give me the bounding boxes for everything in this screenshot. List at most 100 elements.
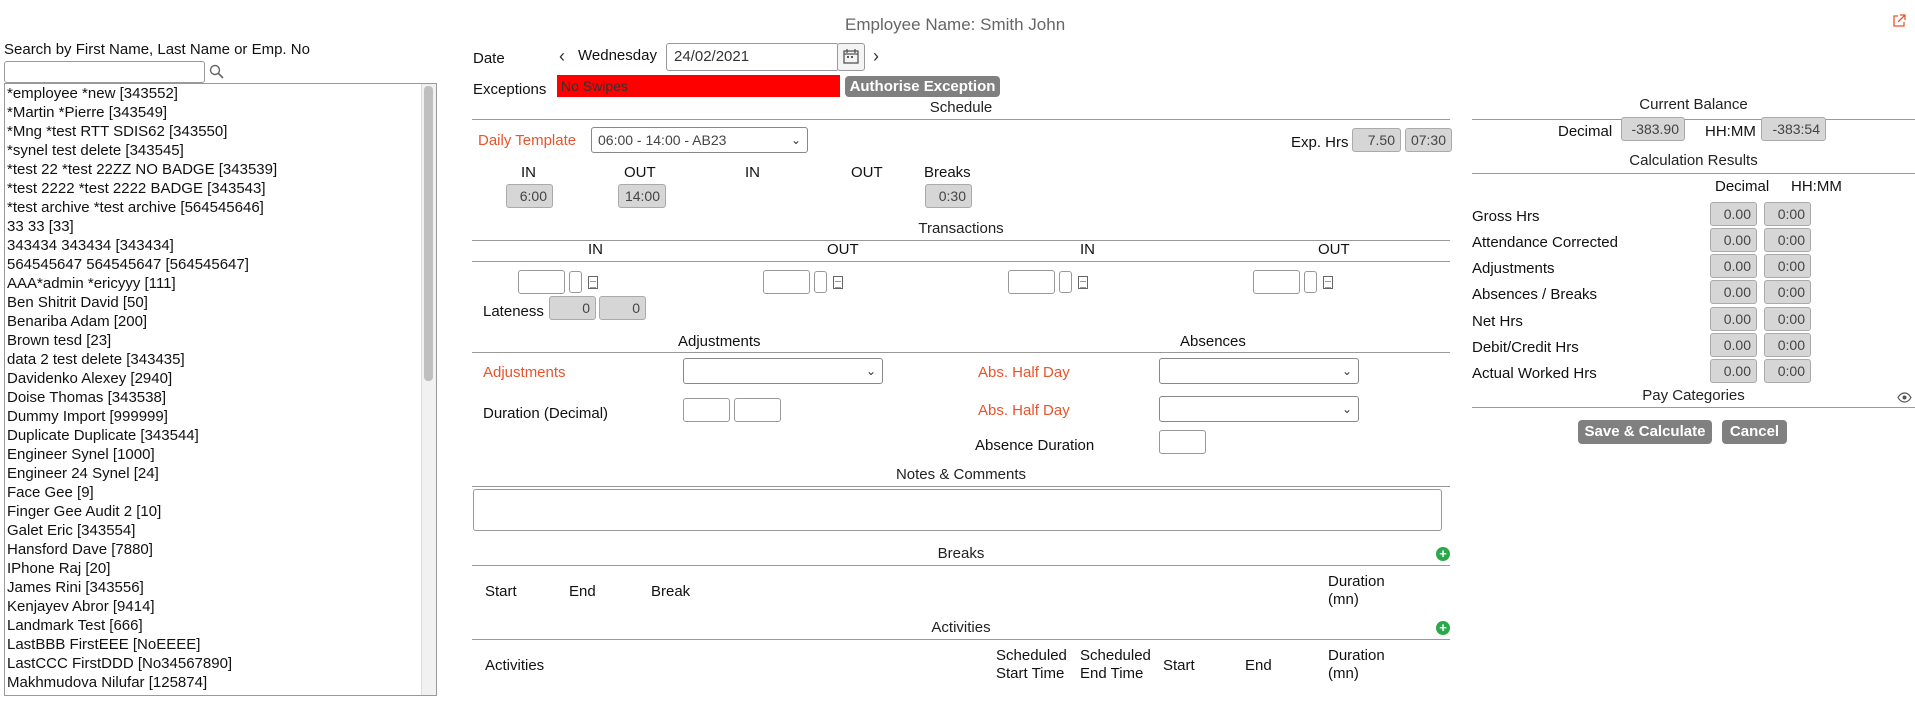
- employee-list-item[interactable]: Brown tesd [23]: [5, 331, 436, 350]
- magnifier-icon[interactable]: [209, 64, 224, 79]
- employee-list-item[interactable]: LastCCC FirstDDD [No34567890]: [5, 654, 436, 673]
- prev-day-chevron-icon[interactable]: ‹: [559, 46, 565, 67]
- trans-out1-toggle[interactable]: [814, 271, 827, 293]
- employee-list-item[interactable]: Doise Thomas [343538]: [5, 388, 436, 407]
- calendar-icon[interactable]: [837, 43, 865, 71]
- employee-list-item[interactable]: Finger Gee Audit 2 [10]: [5, 502, 436, 521]
- employee-list-item[interactable]: James Rini [343556]: [5, 578, 436, 597]
- employee-list-item[interactable]: *test 22 *test 22ZZ NO BADGE [343539]: [5, 160, 436, 179]
- calc-row-hhmm: 0:00: [1764, 307, 1811, 331]
- calc-row-label: Debit/Credit Hrs: [1472, 339, 1579, 356]
- activities-col-sched-start: Scheduled Start Time: [996, 647, 1067, 682]
- employee-list-item[interactable]: Galet Eric [343554]: [5, 521, 436, 540]
- schedule-section-title: Schedule: [472, 99, 1450, 120]
- employee-list-item[interactable]: LastBBB FirstEEE [NoEEEE]: [5, 635, 436, 654]
- employee-list-item[interactable]: data 2 test delete [343435]: [5, 350, 436, 369]
- next-day-chevron-icon[interactable]: ›: [873, 46, 879, 67]
- employee-list-item[interactable]: Landmark Test [666]: [5, 616, 436, 635]
- lateness-label: Lateness: [483, 303, 544, 320]
- authorise-exception-button[interactable]: Authorise Exception: [845, 76, 1000, 97]
- activities-col-start: Start: [1163, 657, 1195, 674]
- search-input[interactable]: [4, 61, 205, 83]
- trans-col-out2: OUT: [1318, 241, 1350, 258]
- calc-row-hhmm: 0:00: [1764, 228, 1811, 252]
- employee-list-item[interactable]: *Mng *test RTT SDIS62 [343550]: [5, 122, 436, 141]
- employee-list-item[interactable]: Ben Shitrit David [50]: [5, 293, 436, 312]
- employee-list-item[interactable]: Dummy Import [999999]: [5, 407, 436, 426]
- trans-in1-input[interactable]: [518, 270, 565, 294]
- trans-in1-toggle[interactable]: [569, 271, 582, 293]
- notes-textarea[interactable]: [473, 489, 1442, 531]
- trans-in2-toggle[interactable]: [1059, 271, 1072, 293]
- cancel-button[interactable]: Cancel: [1722, 420, 1787, 444]
- employee-list-item[interactable]: *synel test delete [343545]: [5, 141, 436, 160]
- lateness-value-b: 0: [599, 296, 646, 320]
- employee-list-item[interactable]: 33 33 [33]: [5, 217, 436, 236]
- employee-list-item[interactable]: Davidenko Alexey [2940]: [5, 369, 436, 388]
- employee-list-item[interactable]: Hansford Dave [7880]: [5, 540, 436, 559]
- trans-in2-input[interactable]: [1008, 270, 1055, 294]
- lateness-value-a: 0: [549, 296, 596, 320]
- add-activity-plus-circle-icon[interactable]: +: [1436, 621, 1450, 635]
- trans-out2-note-icon[interactable]: [1323, 276, 1333, 289]
- employee-list-item[interactable]: Kenjayev Abror [9414]: [5, 597, 436, 616]
- employee-list-item[interactable]: *Martin *Pierre [343549]: [5, 103, 436, 122]
- adjustment-duration-input-a[interactable]: [683, 398, 730, 422]
- calc-row-label: Gross Hrs: [1472, 208, 1540, 225]
- employee-list-item[interactable]: *test archive *test archive [564545646]: [5, 198, 436, 217]
- trans-out1-note-icon[interactable]: [833, 276, 843, 289]
- activities-col-sched-end: Scheduled End Time: [1080, 647, 1151, 682]
- employee-list-item[interactable]: Engineer Synel [1000]: [5, 445, 436, 464]
- calc-row-decimal: 0.00: [1710, 202, 1757, 226]
- employee-list-item[interactable]: Duplicate Duplicate [343544]: [5, 426, 436, 445]
- trans-col-in1: IN: [588, 241, 603, 258]
- calc-row-decimal: 0.00: [1710, 280, 1757, 304]
- weekday-label: Wednesday: [578, 47, 657, 64]
- trans-in2-note-icon[interactable]: [1078, 276, 1088, 289]
- employee-list-item[interactable]: Benariba Adam [200]: [5, 312, 436, 331]
- employee-list-item[interactable]: AAA*admin *ericyyy [111]: [5, 274, 436, 293]
- abs-half-day-1-select[interactable]: ⌄: [1159, 358, 1359, 384]
- save-calculate-button[interactable]: Save & Calculate: [1578, 420, 1712, 444]
- schedule-col-breaks: Breaks: [924, 164, 971, 181]
- employee-list-item[interactable]: 343434 343434 [343434]: [5, 236, 436, 255]
- employee-list-item[interactable]: Makhmudova Nilufar [125874]: [5, 673, 436, 692]
- schedule-col-out2: OUT: [851, 164, 883, 181]
- adjustments-select[interactable]: ⌄: [683, 358, 883, 384]
- calc-row-decimal: 0.00: [1710, 228, 1757, 252]
- daily-template-select[interactable]: 06:00 - 14:00 - AB23 ⌄: [591, 127, 808, 153]
- calc-row-hhmm: 0:00: [1764, 359, 1811, 383]
- trans-out1-input[interactable]: [763, 270, 810, 294]
- daily-template-label: Daily Template: [478, 132, 577, 149]
- employee-list-scrollbar[interactable]: [421, 84, 436, 695]
- calc-row-decimal: 0.00: [1710, 307, 1757, 331]
- employee-list-item[interactable]: Engineer 24 Synel [24]: [5, 464, 436, 483]
- calculation-results-title: Calculation Results: [1472, 152, 1915, 174]
- employee-name-title: Employee Name: Smith John: [845, 15, 1066, 34]
- employee-list-item[interactable]: *test 2222 *test 2222 BADGE [343543]: [5, 179, 436, 198]
- external-link-icon[interactable]: [1892, 14, 1906, 28]
- abs-half-day-2-select[interactable]: ⌄: [1159, 396, 1359, 422]
- trans-in1-note-icon[interactable]: [588, 276, 598, 289]
- eye-icon[interactable]: [1897, 390, 1912, 403]
- trans-out2-input[interactable]: [1253, 270, 1300, 294]
- trans-out2-toggle[interactable]: [1304, 271, 1317, 293]
- calc-row-hhmm: 0:00: [1764, 254, 1811, 278]
- exp-hrs-label: Exp. Hrs: [1291, 134, 1349, 151]
- employee-list[interactable]: *employee *new [343552] *Martin *Pierre […: [4, 83, 437, 696]
- abs-half-day-2-label: Abs. Half Day: [978, 402, 1070, 419]
- adjustment-duration-input-b[interactable]: [734, 398, 781, 422]
- calc-row-label: Net Hrs: [1472, 313, 1523, 330]
- add-break-plus-circle-icon[interactable]: +: [1436, 547, 1450, 561]
- employee-list-item[interactable]: 564545647 564545647 [564545647]: [5, 255, 436, 274]
- adjustments-label: Adjustments: [483, 364, 566, 381]
- employee-list-item[interactable]: Face Gee [9]: [5, 483, 436, 502]
- schedule-breaks-value: 0:30: [925, 184, 972, 208]
- calc-col-hhmm: HH:MM: [1791, 178, 1842, 195]
- employee-list-item[interactable]: *employee *new [343552]: [5, 84, 436, 103]
- employee-list-item[interactable]: IPhone Raj [20]: [5, 559, 436, 578]
- schedule-col-out1: OUT: [624, 164, 656, 181]
- date-input[interactable]: 24/02/2021: [666, 43, 839, 71]
- absence-duration-input[interactable]: [1159, 430, 1206, 454]
- calc-row-hhmm: 0:00: [1764, 280, 1811, 304]
